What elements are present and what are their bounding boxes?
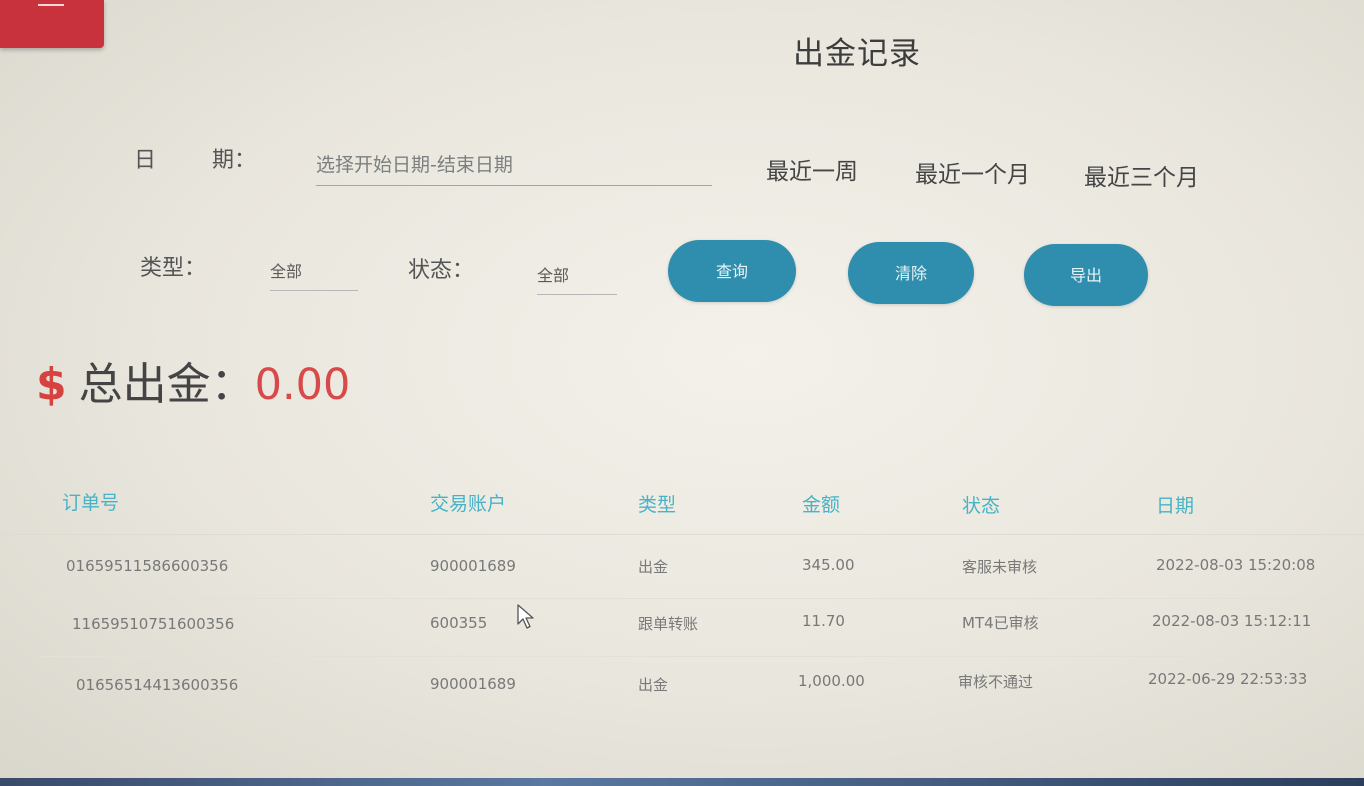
table-row[interactable]: 11659510751600356 600355 跟单转账 11.70 MT4已…: [0, 612, 1364, 652]
table-row[interactable]: 01659511586600356 900001689 出金 345.00 客服…: [0, 555, 1364, 595]
column-status[interactable]: 状态: [962, 491, 1000, 518]
date-cell: 2022-08-03 15:12:11: [1152, 612, 1312, 630]
total-amount: 0.00: [254, 360, 351, 410]
order-id-cell: 01656514413600356: [76, 676, 239, 694]
date-label: 日: [134, 148, 157, 173]
account-cell: 900001689: [430, 675, 516, 693]
amount-cell: 1,000.00: [798, 672, 865, 690]
account-cell: 900001689: [430, 557, 516, 575]
taskbar-strip: [0, 778, 1364, 786]
row-divider: [40, 598, 1330, 599]
status-cell: 客服未审核: [962, 558, 1038, 576]
account-cell: 600355: [430, 614, 488, 632]
type-label: 类型：: [140, 256, 207, 281]
quick-range-month[interactable]: 最近一个月: [915, 155, 1030, 189]
quick-range-three-months[interactable]: 最近三个月: [1084, 158, 1199, 192]
mouse-cursor-icon: [517, 604, 534, 629]
order-id-cell: 01659511586600356: [66, 557, 229, 575]
row-divider: [40, 656, 1330, 657]
table-header: 订单号 交易账户 类型 金额 状态 日期: [0, 488, 1364, 535]
status-select[interactable]: 全部: [537, 258, 617, 295]
page-title: 出金记录: [793, 36, 921, 72]
date-cell: 2022-06-29 22:53:33: [1148, 670, 1308, 688]
status-cell: MT4已审核: [962, 614, 1039, 632]
status-label: 状态：: [408, 258, 475, 283]
amount-cell: 345.00: [802, 556, 855, 574]
total-withdrawal: $ 总出金：0.00: [36, 348, 350, 412]
type-cell: 出金: [638, 558, 669, 576]
menu-icon: [38, 0, 64, 6]
column-date[interactable]: 日期: [1156, 491, 1194, 518]
date-range-input[interactable]: [316, 145, 712, 186]
table-row[interactable]: 01656514413600356 900001689 出金 1,000.00 …: [0, 670, 1364, 710]
type-cell: 出金: [638, 676, 669, 694]
quick-range-week[interactable]: 最近一周: [766, 152, 858, 186]
total-label: 总出金：: [78, 359, 255, 410]
column-order-id[interactable]: 订单号: [62, 488, 119, 515]
column-type[interactable]: 类型: [638, 490, 676, 517]
dollar-icon: $: [36, 359, 67, 410]
date-label-suffix: 期：: [212, 148, 257, 173]
type-cell: 跟单转账: [638, 615, 699, 633]
export-button[interactable]: 导出: [1024, 244, 1148, 306]
query-button[interactable]: 查询: [668, 240, 796, 302]
clear-button[interactable]: 清除: [848, 242, 974, 304]
status-cell: 审核不通过: [958, 673, 1034, 691]
column-account[interactable]: 交易账户: [430, 489, 506, 516]
date-cell: 2022-08-03 15:20:08: [1156, 556, 1316, 574]
amount-cell: 11.70: [802, 612, 845, 630]
column-amount[interactable]: 金额: [802, 490, 840, 517]
order-id-cell: 11659510751600356: [72, 615, 235, 633]
type-select[interactable]: 全部: [270, 254, 358, 291]
